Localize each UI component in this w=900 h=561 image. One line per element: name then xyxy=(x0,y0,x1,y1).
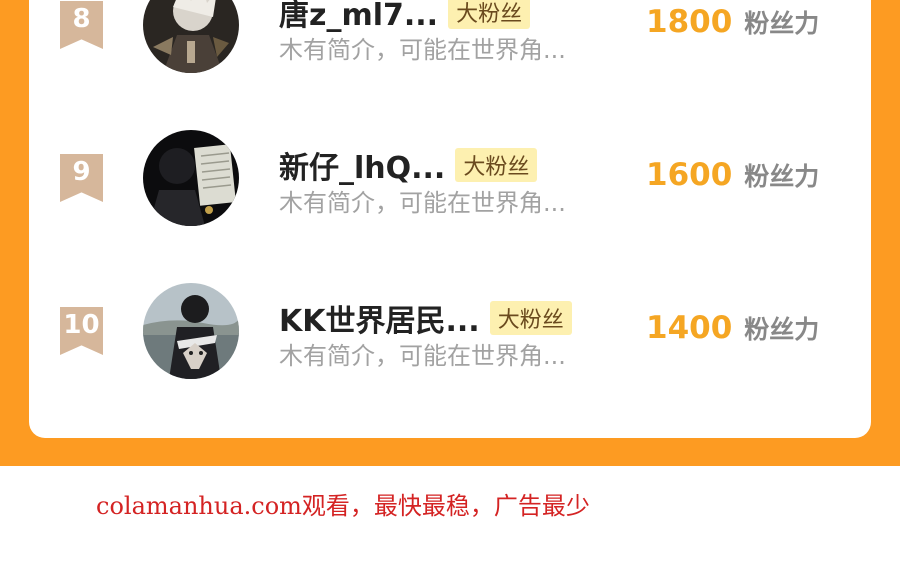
score-unit: 粉丝力 xyxy=(744,315,820,344)
avatar[interactable] xyxy=(143,0,239,73)
score-unit: 粉丝力 xyxy=(744,9,820,38)
ranking-panel: 8 唐z_ml7... 大粉丝 木有简介，可能在世界角... 1800 粉丝力 … xyxy=(0,0,900,466)
watermark-text: colamanhua.com观看，最快最稳，广告最少 xyxy=(96,492,590,520)
score: 1600 粉丝力 xyxy=(646,157,819,201)
user-bio: 木有简介，可能在世界角... xyxy=(279,36,566,64)
fan-tag: 大粉丝 xyxy=(489,301,572,335)
rank-badge: 8 xyxy=(60,1,103,49)
name-line: 新仔_lhQ... 大粉丝 xyxy=(279,143,538,187)
user-name[interactable]: KK世界居民... xyxy=(279,296,480,340)
fan-tag: 大粉丝 xyxy=(455,148,538,182)
ranking-row[interactable]: 8 唐z_ml7... 大粉丝 木有简介，可能在世界角... 1800 粉丝力 xyxy=(29,0,871,80)
user-name[interactable]: 唐z_ml7... xyxy=(279,0,438,34)
avatar[interactable] xyxy=(143,130,239,226)
score: 1400 粉丝力 xyxy=(646,310,819,354)
rank-number: 10 xyxy=(63,310,100,340)
ranking-row[interactable]: 10 KK世界居民... 大粉丝 木有简介，可能在世界角... 1400 粉丝力 xyxy=(29,276,871,386)
rank-number: 8 xyxy=(72,4,91,34)
avatar-image xyxy=(143,283,239,379)
rank-badge: 9 xyxy=(60,154,103,202)
name-line: KK世界居民... 大粉丝 xyxy=(279,296,572,340)
score-value: 1600 xyxy=(646,157,733,193)
user-bio: 木有简介，可能在世界角... xyxy=(279,342,566,370)
rank-badge: 10 xyxy=(60,307,103,355)
score: 1800 粉丝力 xyxy=(646,4,819,48)
name-line: 唐z_ml7... 大粉丝 xyxy=(279,0,531,34)
score-unit: 粉丝力 xyxy=(744,162,820,191)
user-bio: 木有简介，可能在世界角... xyxy=(279,189,566,217)
user-name[interactable]: 新仔_lhQ... xyxy=(279,143,445,187)
score-value: 1800 xyxy=(646,4,733,40)
ranking-row[interactable]: 9 新仔_lhQ... 大粉丝 木有简介，可能在世界角... 1600 粉丝力 xyxy=(29,123,871,233)
fan-tag: 大粉丝 xyxy=(448,0,531,29)
score-value: 1400 xyxy=(646,310,733,346)
avatar[interactable] xyxy=(143,283,239,379)
avatar-image xyxy=(143,130,239,226)
avatar-image xyxy=(143,0,239,73)
ranking-card: 8 唐z_ml7... 大粉丝 木有简介，可能在世界角... 1800 粉丝力 … xyxy=(29,0,871,438)
rank-number: 9 xyxy=(72,157,91,187)
